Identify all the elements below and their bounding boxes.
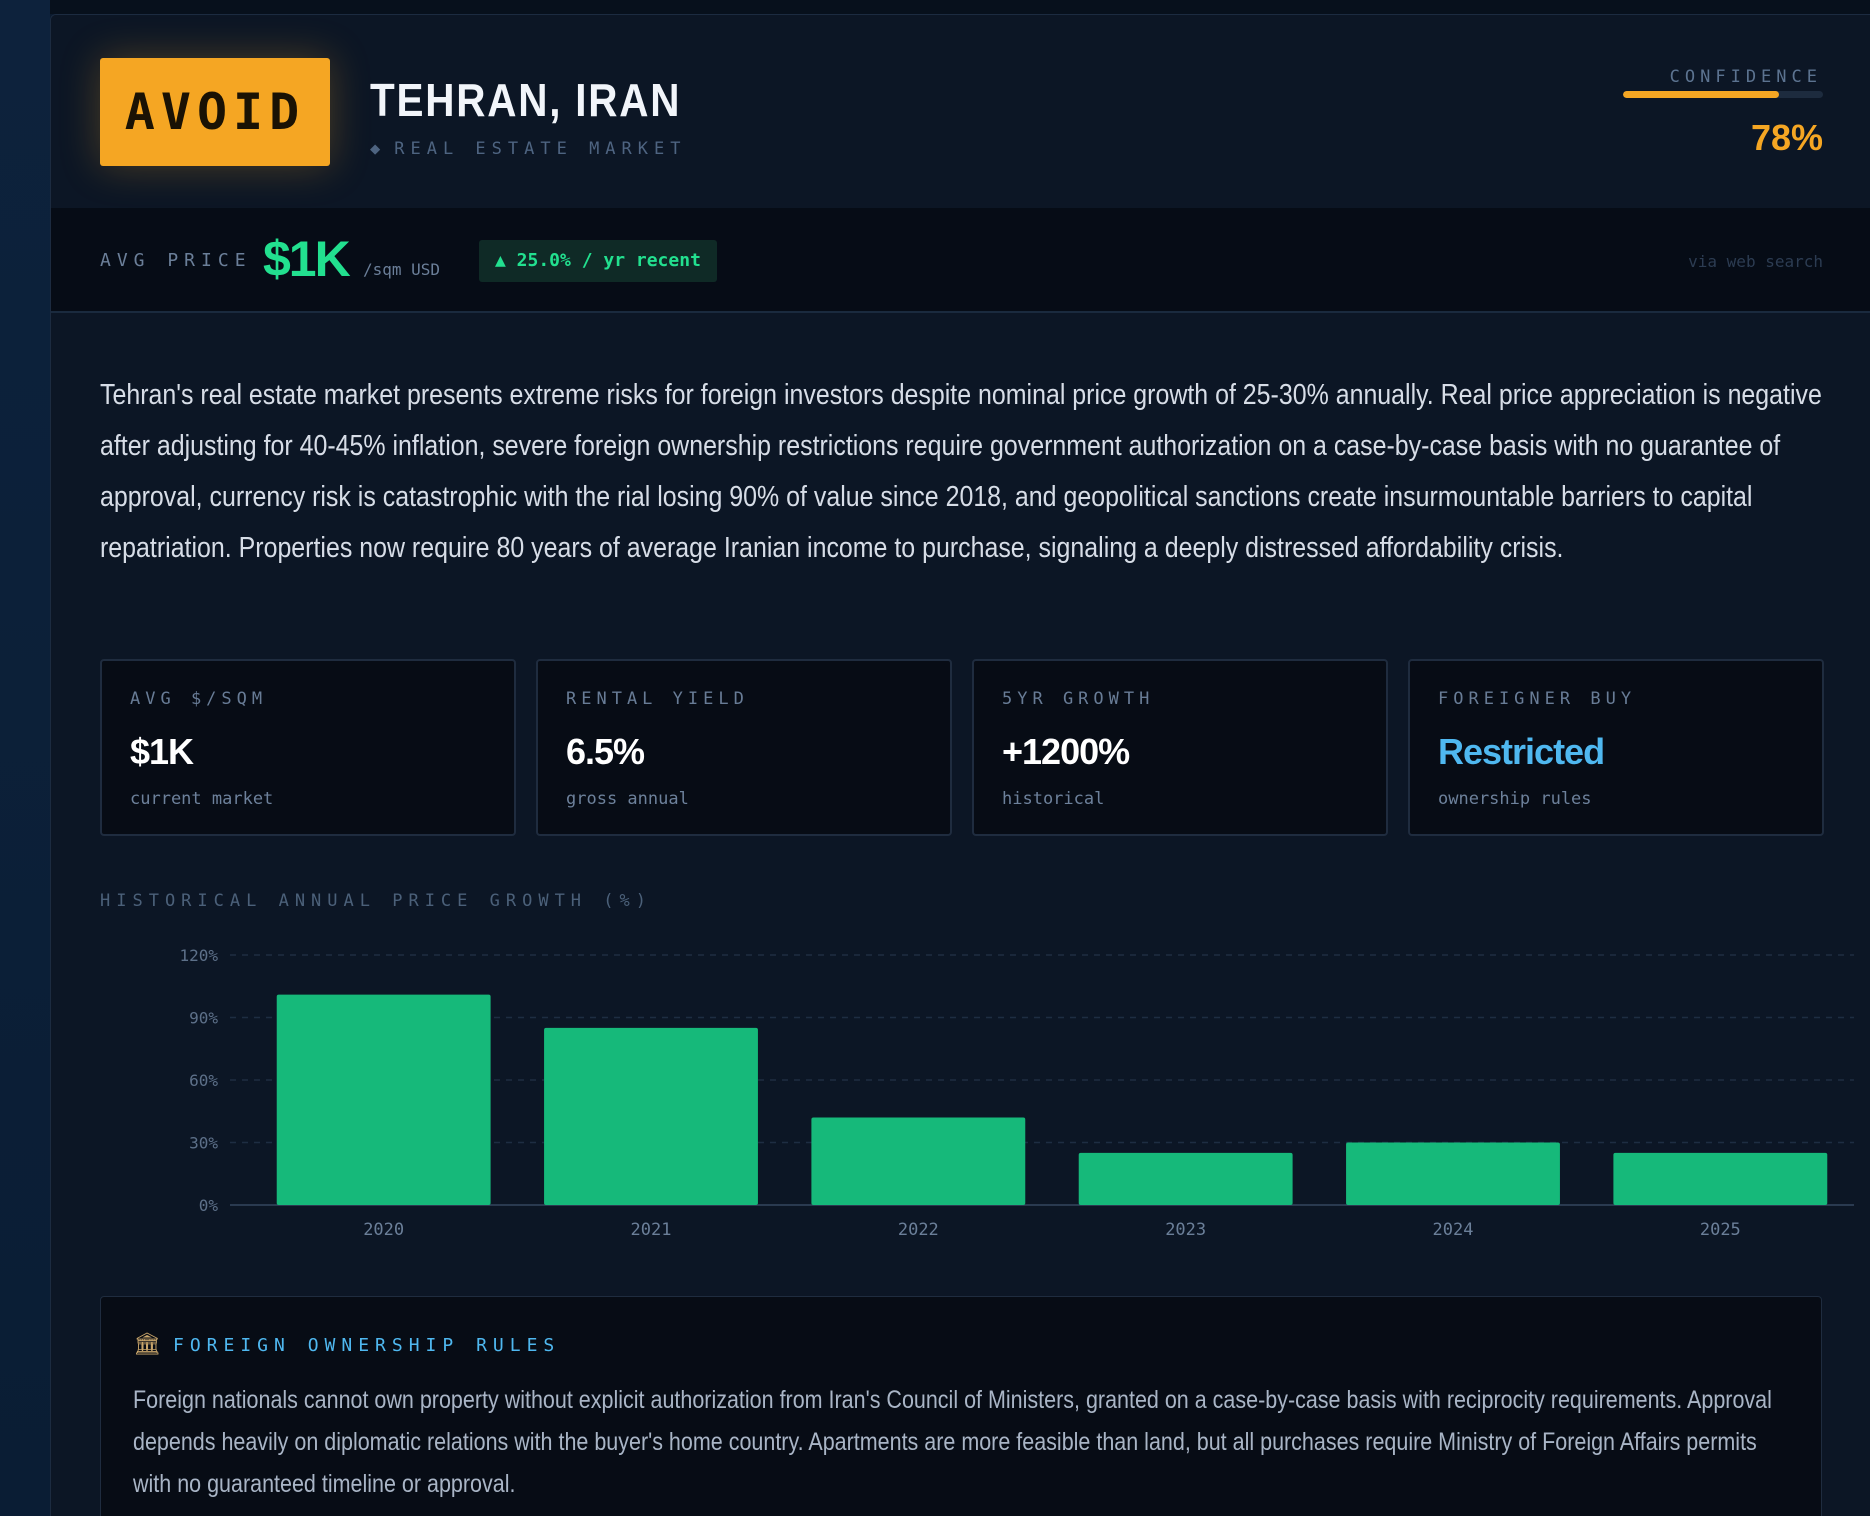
stat-sub: historical [1002,789,1105,809]
bar [1613,1152,1828,1205]
report-header: AVOID TEHRAN, IRAN ◆ REAL ESTATE MARKET C… [51,15,1870,208]
bank-icon: 🏛 [133,1331,161,1356]
stat-value: +1200% [1002,731,1130,772]
avg-price-unit: /sqm USD [363,260,441,279]
y-tick-label: 30% [189,1134,218,1153]
stat-card-foreigner-buy: FOREIGNER BUY Restricted ownership rules [1408,659,1824,836]
price-trend-badge: ▲ 25.0% / yr recent [479,240,717,282]
confidence-bar-fill [1623,91,1779,98]
subtitle-text: REAL ESTATE MARKET [394,139,687,159]
x-tick-label: 2025 [1700,1220,1741,1240]
stat-sub: ownership rules [1438,789,1592,809]
growth-bar-chart: 0% 30% 60% 90% 120% 2020 2021 2022 2023 2024 2025 [179,946,1854,1240]
stat-label: AVG $/SQM [130,689,268,709]
stat-card-5yr-growth: 5YR GROWTH +1200% historical [972,659,1388,836]
page-title: TEHRAN, IRAN [370,74,682,126]
stat-card-avg-sqm: AVG $/SQM $1K current market [100,659,516,836]
top-strip [50,0,1870,14]
stat-value: Restricted [1438,731,1605,772]
rules-text-body: Foreign nationals cannot own property wi… [133,1386,1772,1498]
bar [276,994,491,1205]
x-tick-label: 2024 [1433,1220,1474,1240]
y-tick-label: 120% [179,946,218,965]
stat-value: $1K [130,731,194,772]
bar [1346,1142,1560,1205]
avg-price-label: AVG PRICE [100,250,252,271]
stat-sub: gross annual [566,789,689,809]
bar [1078,1152,1293,1205]
stat-label: RENTAL YIELD [566,689,749,709]
stat-value: 6.5% [566,731,645,772]
data-source-note: via web search [1688,252,1823,271]
avg-price-value: $1K [263,231,351,287]
diamond-icon: ◆ [370,139,387,159]
bar [811,1117,1026,1205]
left-sidebar-strip [0,0,50,1516]
confidence-bar [1623,91,1823,98]
confidence-label: CONFIDENCE [1669,67,1822,87]
bar [544,1027,758,1205]
foreign-ownership-rules-panel: 🏛 FOREIGN OWNERSHIP RULES Foreign nation… [100,1296,1822,1516]
x-tick-label: 2021 [631,1220,672,1240]
y-tick-label: 0% [199,1196,219,1215]
rules-title: FOREIGN OWNERSHIP RULES [173,1335,561,1356]
stat-label: FOREIGNER BUY [1438,689,1637,709]
confidence-value: 78% [1750,117,1823,158]
x-tick-label: 2020 [363,1220,404,1240]
stat-sub: current market [130,789,274,809]
x-tick-label: 2023 [1165,1220,1206,1240]
market-summary: Tehran's real estate market presents ext… [100,370,1830,574]
y-tick-label: 60% [189,1071,218,1090]
chart-title: HISTORICAL ANNUAL PRICE GROWTH (%) [100,891,652,911]
verdict-badge: AVOID [100,58,330,166]
rules-text: Foreign nationals cannot own property wi… [133,1379,1793,1505]
stat-card-rental-yield: RENTAL YIELD 6.5% gross annual [536,659,952,836]
market-summary-text: Tehran's real estate market presents ext… [100,379,1822,564]
stat-label: 5YR GROWTH [1002,689,1155,709]
x-tick-label: 2022 [898,1220,939,1240]
y-tick-label: 90% [189,1009,218,1028]
market-subtitle: ◆ REAL ESTATE MARKET [370,139,686,159]
market-report-card: AVOID TEHRAN, IRAN ◆ REAL ESTATE MARKET C… [50,14,1870,1516]
price-summary-bar: AVG PRICE $1K /sqm USD ▲ 25.0% / yr rece… [51,208,1870,313]
